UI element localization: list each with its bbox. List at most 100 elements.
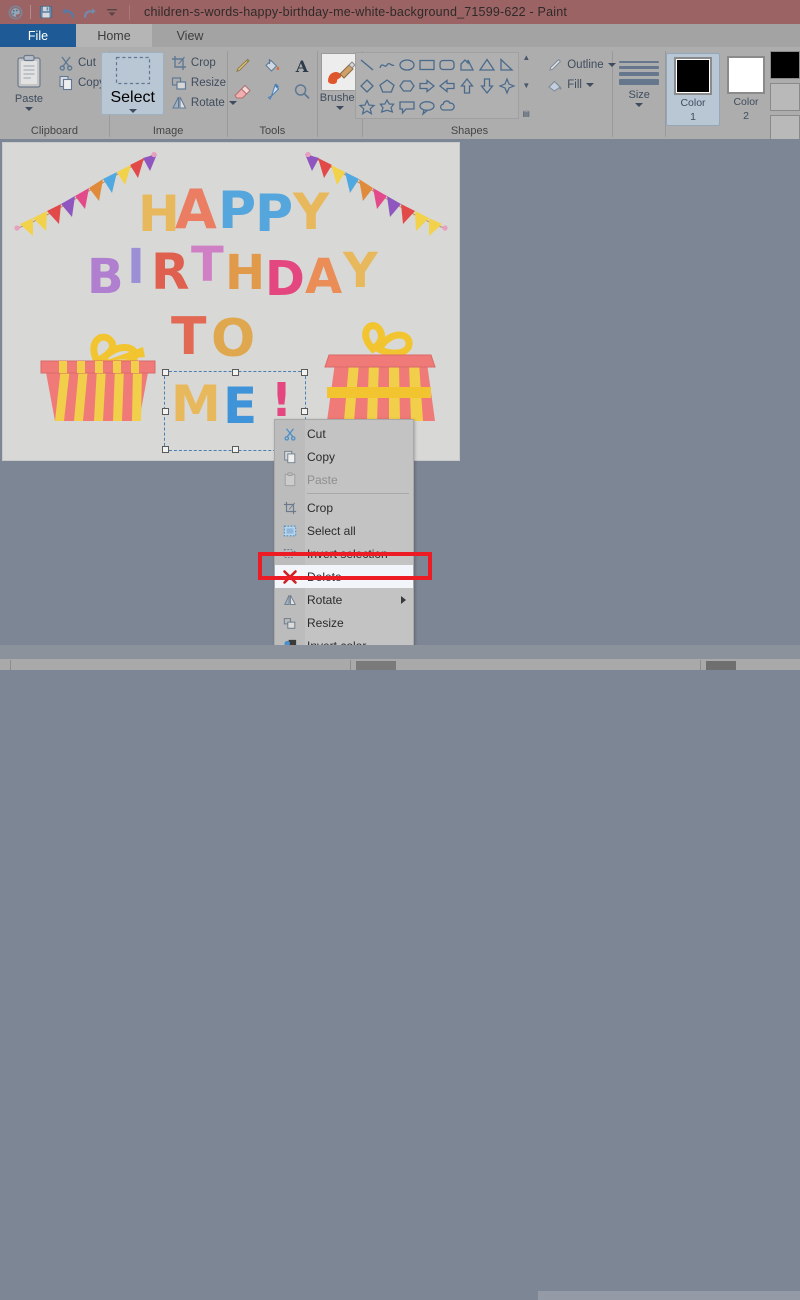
shape-rounded-rectangle-icon <box>439 59 455 70</box>
canvas-letter: I <box>127 239 145 295</box>
qat-separator <box>30 5 31 19</box>
text-icon[interactable]: A <box>292 56 312 81</box>
shapes-gallery[interactable] <box>355 52 520 119</box>
selection-handle-nw[interactable] <box>162 369 169 376</box>
redo-icon[interactable] <box>79 2 101 22</box>
context-menu-item-cut[interactable]: Cut <box>275 422 413 445</box>
canvas-letter: P <box>218 181 257 241</box>
canvas-letter: P <box>255 184 294 244</box>
resize-icon <box>171 77 187 90</box>
gift-box-right <box>321 313 439 429</box>
crop-icon <box>275 496 305 519</box>
eraser-icon[interactable] <box>232 82 252 107</box>
size-caret-icon[interactable] <box>635 103 644 107</box>
shape-five-point-star-icon <box>358 98 376 115</box>
shapes-scroll-down-icon[interactable]: ▼ <box>522 82 530 90</box>
shape-polygon-icon <box>460 58 475 71</box>
resize-label: Resize <box>190 77 227 89</box>
selection-handle-w[interactable] <box>162 408 169 415</box>
crop-icon <box>171 56 186 70</box>
shape-oval-icon <box>399 58 415 71</box>
context-menu-item-copy[interactable]: Copy <box>275 445 413 468</box>
rotate-icon <box>172 96 187 109</box>
tab-file[interactable]: File <box>0 24 76 47</box>
color-1-swatch <box>673 57 712 95</box>
canvas-letter: O <box>211 309 256 369</box>
paste-caret-icon[interactable] <box>25 107 33 111</box>
paste-button[interactable]: Paste <box>6 52 52 113</box>
ribbon-tab-bar: File Home View <box>0 24 800 47</box>
outline-button[interactable]: Outline <box>543 56 619 74</box>
brushes-button[interactable]: Brushes <box>320 53 360 110</box>
magnifier-icon[interactable] <box>292 82 312 107</box>
context-menu-item-invert-selection[interactable]: Invert selection <box>275 542 413 565</box>
selection-handle-sw[interactable] <box>162 446 169 453</box>
window-title: children-s-words-happy-birthday-me-white… <box>144 5 568 19</box>
context-menu[interactable]: Cut Copy Paste Crop Select all Invert se… <box>274 419 414 660</box>
selection-handle-n[interactable] <box>232 369 239 376</box>
color-1-number: 1 <box>690 111 696 123</box>
color-1-label: Color <box>680 97 706 109</box>
size-icon <box>619 57 660 85</box>
status-bar <box>0 645 800 1300</box>
canvas-letter: H <box>225 245 266 301</box>
tab-view[interactable]: View <box>152 24 228 47</box>
rotate-label: Rotate <box>190 97 225 109</box>
selection-handle-s[interactable] <box>232 446 239 453</box>
shape-hexagon-icon <box>399 79 416 92</box>
ribbon-group-clipboard: Paste Cut Copy Clipboard <box>0 47 109 139</box>
fill-bucket-icon[interactable] <box>262 56 282 81</box>
canvas-letter: A <box>175 178 217 241</box>
customize-qat-icon[interactable] <box>101 2 123 22</box>
brushes-caret-icon[interactable] <box>335 106 344 110</box>
palette-swatch[interactable] <box>769 83 800 111</box>
ribbon-group-colors: Color 1 Color 2 <box>665 47 772 139</box>
context-menu-item-resize[interactable]: Resize <box>275 611 413 634</box>
color-picker-icon[interactable] <box>262 82 282 107</box>
color-1-value <box>675 59 710 93</box>
shape-rectangle-icon <box>419 59 435 70</box>
tab-home[interactable]: Home <box>76 24 152 47</box>
canvas[interactable]: H A P P Y B I R T H D A Y T O M E ! <box>2 142 460 461</box>
select-caret-icon[interactable] <box>128 109 137 113</box>
select-button[interactable]: Select <box>101 52 164 115</box>
paste-label: Paste <box>14 93 44 105</box>
shapes-scroll-controls[interactable]: ▲ ▼ ▤ <box>519 52 533 120</box>
image-group-label: Image <box>152 125 184 137</box>
outline-icon <box>549 58 562 71</box>
context-menu-item-delete[interactable]: Delete <box>275 565 413 588</box>
clipboard-group-label: Clipboard <box>30 125 78 137</box>
scissors-icon <box>275 422 305 445</box>
quick-access-toolbar <box>0 0 123 24</box>
shapes-expand-icon[interactable]: ▤ <box>522 110 530 118</box>
selection-handle-e[interactable] <box>301 408 308 415</box>
undo-icon[interactable] <box>57 2 79 22</box>
status-bar-ghost <box>538 1291 800 1300</box>
context-menu-item-select-all[interactable]: Select all <box>275 519 413 542</box>
context-menu-label: Paste <box>307 472 338 487</box>
shapes-scroll-up-icon[interactable]: ▲ <box>522 54 530 62</box>
status-cell-selection <box>706 661 736 670</box>
outline-label: Outline <box>567 59 604 71</box>
color-1-button[interactable]: Color 1 <box>665 53 720 126</box>
copy-icon <box>275 445 305 468</box>
crop-label: Crop <box>190 57 216 69</box>
select-all-icon <box>275 519 305 542</box>
size-button[interactable]: Size <box>613 55 665 109</box>
canvas-letter: Y <box>343 243 378 299</box>
palette-swatch[interactable] <box>769 51 800 79</box>
fill-button[interactable]: Fill <box>543 76 619 94</box>
title-divider <box>129 4 130 20</box>
save-icon[interactable] <box>35 2 57 22</box>
color-2-button[interactable]: Color 2 <box>720 53 772 124</box>
context-menu-item-rotate[interactable]: Rotate <box>275 588 413 611</box>
pencil-icon[interactable] <box>232 56 252 81</box>
shape-right-arrow-icon <box>419 78 436 93</box>
color-palette[interactable] <box>769 47 800 143</box>
paint-logo-icon[interactable] <box>4 2 26 22</box>
ribbon-group-size: Size <box>613 47 665 139</box>
context-menu-item-crop[interactable]: Crop <box>275 496 413 519</box>
fill-caret-icon[interactable] <box>585 83 594 87</box>
submenu-arrow-icon <box>401 595 406 604</box>
selection-handle-ne[interactable] <box>301 369 308 376</box>
